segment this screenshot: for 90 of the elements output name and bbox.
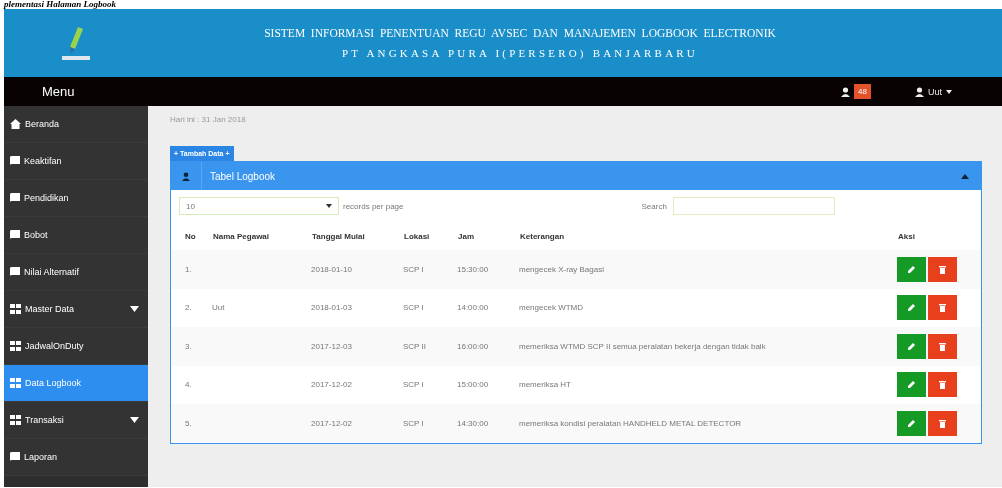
column-header: No	[171, 222, 212, 250]
table-cell: memeriksa HT	[519, 380, 571, 390]
trash-icon	[939, 418, 946, 428]
table-cell: 15:30:00	[457, 264, 489, 274]
table-cell: 15:00:00	[457, 380, 489, 390]
trash-icon	[939, 303, 946, 313]
notification-badge[interactable]: 48	[854, 84, 871, 99]
user-icon	[182, 171, 190, 181]
sidebar-item[interactable]: Keaktifan	[4, 143, 148, 180]
delete-button[interactable]	[928, 333, 957, 359]
table-cell: 2017-12-03	[311, 341, 352, 351]
table-cell: memeriksa WTMD SCP II semua peralatan bekerja dengan tidak baik	[519, 341, 766, 351]
edit-button[interactable]	[897, 256, 926, 282]
delete-button[interactable]	[928, 410, 957, 436]
book-icon	[10, 452, 20, 462]
table-cell: mengecek X-ray Bagasi	[519, 264, 604, 274]
table-cell: mengecek WTMD	[519, 303, 583, 313]
table-cell: 2017-12-02	[311, 380, 352, 390]
pencil-icon	[907, 264, 916, 274]
panel-title: Tabel Logbook	[210, 170, 276, 182]
edit-button[interactable]	[897, 333, 926, 359]
delete-button[interactable]	[928, 256, 957, 282]
table-cell: 1.	[185, 264, 192, 274]
book-icon	[10, 193, 20, 203]
trash-icon	[939, 380, 946, 390]
grid-icon	[10, 415, 21, 425]
trash-icon	[939, 341, 946, 351]
app-title: SISTEM INFORMASI PENENTUAN REGU AVSEC DAN MANAJEMEN LOGBOOK ELECTRONIK	[263, 27, 777, 39]
book-icon	[10, 267, 20, 277]
table-cell: 14:30:00	[457, 418, 489, 428]
table-cell: 16:00:00	[457, 341, 489, 351]
menu-label: Menu	[41, 84, 76, 99]
sidebar-item[interactable]: Nilai Alternatif	[4, 254, 148, 291]
edit-button[interactable]	[897, 410, 926, 436]
table-cell: Uut	[212, 303, 225, 313]
user-menu[interactable]: Uut	[915, 86, 952, 97]
collapse-icon[interactable]	[961, 173, 969, 179]
table-cell: memeriksa kondisi peralatan HANDHELD METAL DETECTOR	[519, 418, 742, 428]
book-icon	[10, 156, 20, 166]
column-header: Keterangan	[519, 222, 897, 250]
search-field[interactable]	[672, 197, 835, 215]
edit-button[interactable]	[897, 295, 926, 321]
table-cell: 4.	[185, 380, 192, 390]
table-cell: 2018-01-03	[311, 303, 352, 313]
user-icon[interactable]	[841, 86, 851, 97]
pencil-icon	[907, 303, 916, 313]
document-caption: plementasi Halaman Logbook	[2, 0, 116, 9]
grid-icon	[10, 378, 21, 388]
user-icon	[915, 86, 924, 97]
caret-icon	[326, 204, 332, 208]
grid-icon	[10, 304, 21, 314]
pencil-icon	[907, 341, 916, 351]
sidebar-item[interactable]: Master Data	[4, 291, 148, 328]
sidebar-item[interactable]: JadwalOnDuty	[4, 328, 148, 365]
sidebar-item[interactable]: Bobot	[4, 217, 148, 254]
column-header: Lokasi	[403, 222, 457, 250]
sidebar-item[interactable]: Pendidikan	[4, 180, 148, 217]
sidebar-item[interactable]: Laporan	[4, 439, 148, 476]
delete-button[interactable]	[928, 372, 957, 398]
sidebar-item[interactable]: Transaksi	[4, 402, 148, 439]
table-cell: 5.	[185, 418, 192, 428]
column-header: Tanggal Mulai	[311, 222, 403, 250]
table-cell: 2018-01-10	[311, 264, 352, 274]
delete-button[interactable]	[928, 295, 957, 321]
caret-icon	[946, 89, 952, 94]
page-size-select[interactable]: 10	[179, 197, 339, 215]
sidebar-item[interactable]: Beranda	[4, 106, 148, 143]
column-header: Aksi	[897, 222, 981, 250]
table-cell: SCP I	[403, 418, 424, 428]
home-icon	[10, 119, 21, 129]
table-cell: 2.	[185, 303, 192, 313]
edit-button[interactable]	[897, 372, 926, 398]
table-cell: 2017-12-02	[311, 418, 352, 428]
table-cell: SCP I	[403, 264, 424, 274]
table-cell: 3.	[185, 341, 192, 351]
grid-icon	[10, 341, 21, 351]
page-size-label: records per page	[343, 201, 404, 211]
date-text: Hari ini : 31 Jan 2018	[170, 115, 246, 124]
search-label: Search	[641, 201, 667, 211]
table-cell: 14:00:00	[457, 303, 489, 313]
table-cell: SCP II	[403, 341, 426, 351]
book-icon	[10, 230, 20, 240]
table-cell: SCP I	[403, 380, 424, 390]
pencil-icon	[907, 418, 916, 428]
column-header: Jam	[457, 222, 519, 250]
pencil-icon	[907, 380, 916, 390]
column-header: Nama Pegawai	[212, 222, 311, 250]
trash-icon	[939, 264, 946, 274]
app-subtitle: PT ANGKASA PURA I(PERSERO) BANJARBARU	[341, 47, 699, 59]
table-cell: SCP I	[403, 303, 424, 313]
